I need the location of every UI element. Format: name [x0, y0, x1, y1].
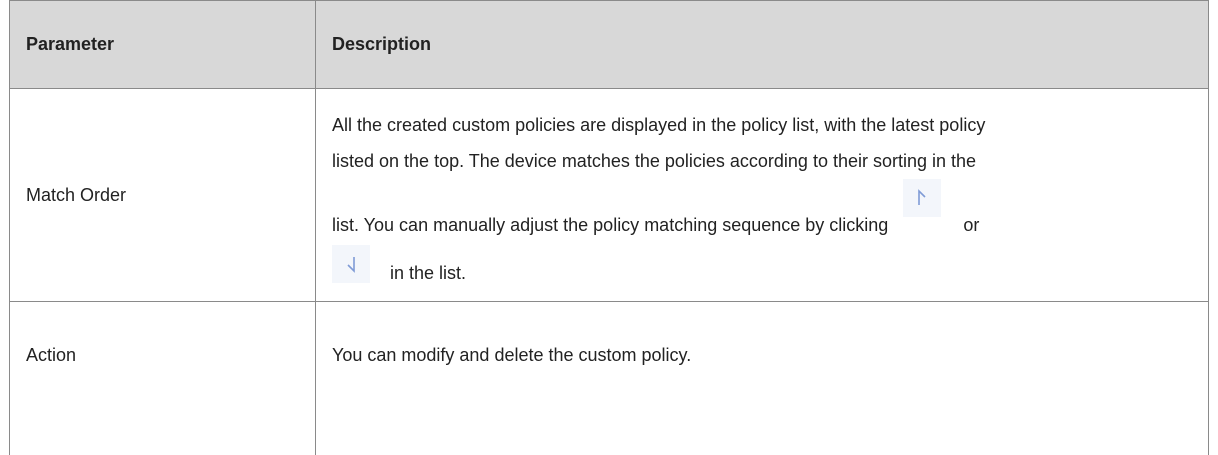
description-line-text: list. You can manually adjust the policy…	[332, 215, 888, 235]
header-parameter: Parameter	[10, 1, 316, 89]
description-line-with-icon: list. You can manually adjust the policy…	[332, 179, 1198, 243]
move-up-arrow-icon	[903, 179, 941, 217]
description-line: listed on the top. The device matches th…	[332, 143, 1198, 179]
description-or-text: or	[963, 215, 979, 235]
parameter-table: Parameter Description Match Order All th…	[9, 0, 1209, 455]
table-header-row: Parameter Description	[10, 1, 1209, 89]
move-down-arrow-icon	[332, 245, 370, 283]
table-row: Match Order All the created custom polic…	[10, 89, 1209, 302]
description-text: All the created custom policies are disp…	[332, 107, 1208, 283]
description-cell: You can modify and delete the custom pol…	[316, 302, 1209, 455]
parameter-cell: Action	[10, 302, 316, 455]
description-line-text: in the list.	[390, 263, 466, 283]
parameter-cell: Match Order	[10, 89, 316, 302]
description-cell: All the created custom policies are disp…	[316, 89, 1209, 302]
description-line: All the created custom policies are disp…	[332, 107, 1198, 143]
table-row: Action You can modify and delete the cus…	[10, 302, 1209, 455]
header-description: Description	[316, 1, 1209, 89]
description-line-with-icon: in the list.	[332, 243, 1198, 283]
